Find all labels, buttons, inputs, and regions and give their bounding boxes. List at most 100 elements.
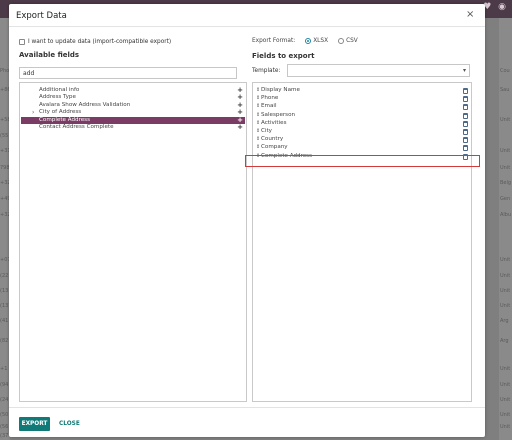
available-field-label: Contact Address Complete — [39, 124, 114, 130]
export-field-item[interactable]: ⇕ City — [254, 128, 470, 135]
background-country-fragment: Unit — [500, 382, 511, 388]
background-phone-fragment: (22 — [0, 273, 9, 279]
trash-icon[interactable] — [463, 129, 468, 135]
background-country-fragment: Unit — [500, 303, 511, 309]
import-compatible-checkbox[interactable] — [19, 39, 25, 45]
export-field-item[interactable]: ⇕ Display Name — [254, 87, 470, 94]
background-country-fragment: Unit — [500, 397, 511, 403]
background-country-fragment: Unit — [500, 424, 511, 430]
dialog-header: Export Data × — [9, 4, 485, 27]
available-field-label: Additional info — [39, 87, 80, 93]
background-country-fragment: Unit — [500, 165, 511, 171]
export-field-label: Display Name — [261, 87, 300, 93]
background-phone-fragment: (82 — [0, 338, 9, 344]
dialog-title: Export Data — [16, 11, 67, 21]
background-phone-fragment: Pho — [0, 68, 10, 74]
trash-icon[interactable] — [463, 145, 468, 152]
export-dialog: Export Data × I want to update data (imp… — [9, 4, 485, 437]
import-compatible-label: I want to update data (import-compatible… — [28, 39, 172, 45]
format-radio-xlsx[interactable] — [305, 38, 312, 44]
available-field-item[interactable]: Additional info + — [21, 86, 245, 94]
drag-handle-icon[interactable]: ⇕ — [256, 95, 260, 102]
template-label: Template: — [252, 68, 281, 74]
close-icon[interactable]: × — [466, 9, 474, 20]
trash-icon[interactable] — [463, 88, 468, 94]
trash-icon[interactable] — [463, 137, 468, 144]
template-select[interactable]: ▾ — [287, 64, 470, 77]
dialog-footer: EXPORT CLOSE — [9, 407, 485, 437]
format-option-xlsx[interactable]: XLSX — [305, 38, 328, 44]
export-field-label: Email — [261, 103, 277, 110]
export-field-item[interactable]: ⇕ Phone — [254, 95, 470, 103]
add-field-icon[interactable]: + — [237, 123, 243, 131]
background-country-fragment: Unit — [500, 288, 511, 294]
available-field-item[interactable]: Contact Address Complete + — [21, 123, 245, 131]
fields-to-export-title: Fields to export — [252, 52, 315, 60]
background-phone-fragment: (24 — [0, 397, 9, 403]
export-field-label: Company — [261, 144, 288, 151]
background-country-fragment: Unit — [500, 148, 511, 154]
drag-handle-icon[interactable]: ⇕ — [256, 112, 260, 119]
export-field-label: Phone — [261, 95, 279, 102]
available-field-item[interactable]: Address Type + — [21, 93, 245, 101]
available-fields-panel: Additional info + Address Type + Avalara Sho… — [19, 82, 247, 402]
background-country-fragment: Unit — [500, 257, 511, 263]
fields-to-export-panel: ⇕ Display Name ⇕ Phone ⇕ Email ⇕ Salesperson ⇕ Ac… — [252, 82, 472, 402]
background-phone-fragment: (37 — [0, 433, 9, 439]
trash-icon[interactable] — [463, 120, 468, 127]
available-field-label: Avalara Show Address Validation — [39, 101, 131, 108]
export-format-row: Export Format: XLSX CSV — [252, 38, 358, 44]
format-label-csv: CSV — [346, 38, 358, 44]
background-country-fragment: Albu — [500, 212, 512, 218]
available-fields-title: Available fields — [19, 51, 80, 59]
export-field-item[interactable]: ⇕ Email — [254, 103, 470, 111]
format-label-xlsx: XLSX — [313, 38, 329, 44]
export-field-item[interactable]: ⇕ Salesperson — [254, 112, 470, 119]
export-field-item[interactable]: ⇕ Activities — [254, 120, 470, 127]
background-country-fragment: Unit — [500, 273, 511, 279]
highlight-box — [245, 155, 480, 167]
import-compatible-option[interactable]: I want to update data (import-compatible… — [19, 39, 171, 45]
available-field-label: Address Type — [39, 94, 76, 101]
export-button[interactable]: EXPORT — [19, 417, 50, 431]
background-country-fragment: Unit — [500, 412, 511, 418]
drag-handle-icon[interactable]: ⇕ — [256, 87, 260, 94]
background-phone-fragment: (41 — [0, 318, 9, 324]
drag-handle-icon[interactable]: ⇕ — [256, 128, 260, 135]
available-field-label: Complete Address — [39, 116, 91, 123]
format-radio-csv[interactable] — [338, 38, 345, 44]
available-field-item[interactable]: Complete Address + — [21, 116, 245, 124]
background-country-fragment: Gen — [500, 196, 511, 202]
drag-handle-icon[interactable]: ⇕ — [256, 136, 260, 143]
background-phone-fragment: (56 — [0, 424, 9, 430]
chevron-right-icon[interactable]: › — [32, 109, 34, 116]
trash-icon[interactable] — [463, 96, 468, 103]
background-phone-fragment: (13 — [0, 288, 9, 294]
export-field-label: Salesperson — [261, 111, 296, 118]
export-field-item[interactable]: ⇕ Country — [254, 136, 470, 144]
topbar-icons: ♥ ◉ — [483, 2, 508, 12]
export-field-label: Country — [261, 136, 284, 143]
available-field-item[interactable]: › City of Address + — [21, 108, 245, 116]
background-country-fragment: Belg — [500, 180, 512, 186]
background-phone-fragment: (94 — [0, 382, 9, 388]
background-country-fragment: Unit — [500, 117, 511, 123]
drag-handle-icon[interactable]: ⇕ — [256, 103, 260, 110]
available-field-label: City of Address — [39, 109, 82, 116]
trash-icon[interactable] — [463, 104, 468, 111]
close-button[interactable]: CLOSE — [57, 417, 82, 431]
background-country-fragment: Cou — [500, 68, 510, 74]
available-field-item[interactable]: Avalara Show Address Validation + — [21, 101, 245, 109]
drag-handle-icon[interactable]: ⇕ — [256, 144, 260, 151]
trash-icon[interactable] — [463, 112, 468, 119]
background-country-fragment: Arg — [500, 318, 509, 324]
background-country-fragment: Unit — [500, 366, 511, 372]
export-field-label: Activities — [261, 119, 287, 126]
chevron-down-icon: ▾ — [462, 67, 466, 74]
format-option-csv[interactable]: CSV — [338, 38, 358, 44]
background-country-fragment: Sau — [500, 87, 510, 93]
background-right-column — [499, 18, 512, 440]
drag-handle-icon[interactable]: ⇕ — [256, 120, 260, 127]
field-search-input[interactable] — [19, 67, 237, 79]
export-field-item[interactable]: ⇕ Company — [254, 144, 470, 152]
